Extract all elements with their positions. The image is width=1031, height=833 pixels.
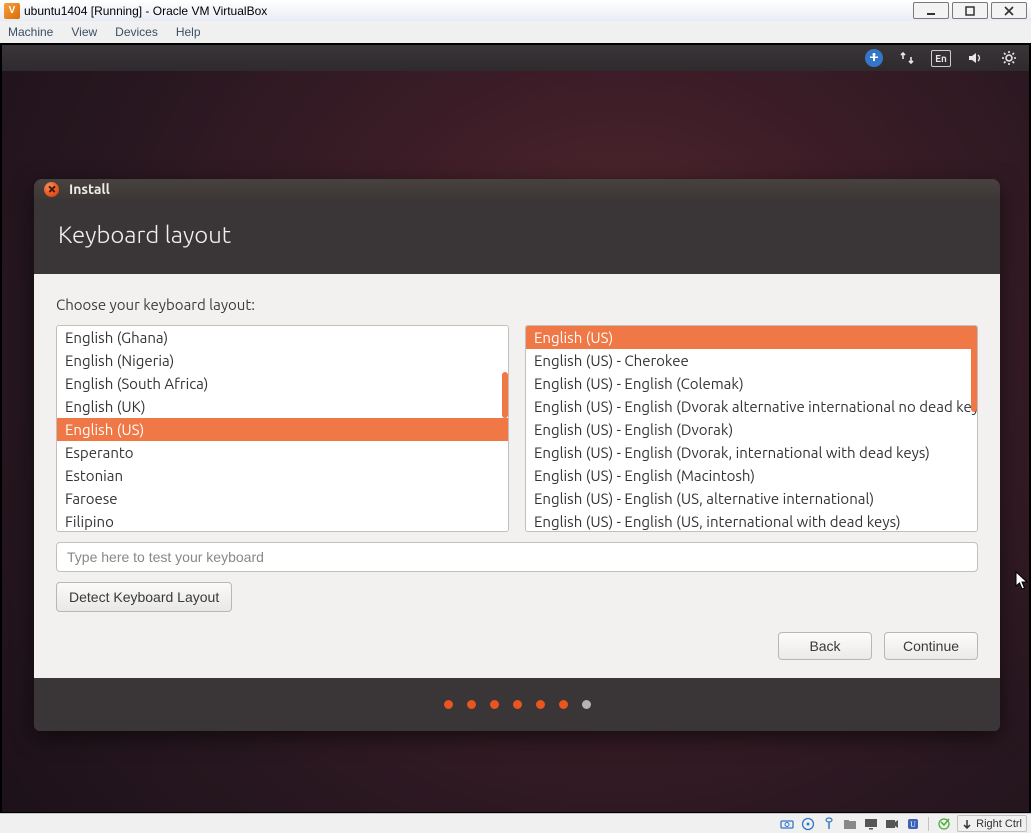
- list-item[interactable]: English (US) - English (US, alternative …: [526, 487, 977, 510]
- ubuntu-top-panel: En: [2, 45, 1029, 71]
- status-vrde-icon[interactable]: U: [905, 817, 921, 831]
- list-item[interactable]: Esperanto: [57, 441, 508, 464]
- close-button[interactable]: [991, 2, 1027, 19]
- language-indicator[interactable]: En: [931, 50, 951, 67]
- variants-listbox[interactable]: English (US)English (US) - CherokeeEngli…: [525, 325, 978, 532]
- layouts-listbox[interactable]: English (Ghana)English (Nigeria)English …: [56, 325, 509, 532]
- installer-body: Choose your keyboard layout: English (Gh…: [34, 274, 1000, 678]
- progress-dots: [34, 678, 1000, 731]
- progress-dot: [444, 700, 453, 709]
- progress-dot: [467, 700, 476, 709]
- menu-help[interactable]: Help: [176, 25, 201, 39]
- installer-titlebar: Install: [34, 179, 1000, 199]
- installer-window-title: Install: [69, 181, 110, 197]
- virtualbox-statusbar: U Right Ctrl: [0, 813, 1031, 833]
- list-item[interactable]: English (Ghana): [57, 326, 508, 349]
- list-item[interactable]: English (US) - English (Dvorak): [526, 418, 977, 441]
- progress-dot: [490, 700, 499, 709]
- virtualbox-icon: V: [4, 3, 20, 19]
- status-recording-icon[interactable]: [884, 817, 900, 831]
- test-keyboard-input[interactable]: [56, 542, 978, 572]
- virtualbox-menubar: Machine View Devices Help: [0, 21, 1031, 44]
- list-item[interactable]: Estonian: [57, 464, 508, 487]
- list-item[interactable]: English (US) - English (US, internationa…: [526, 510, 977, 532]
- menu-devices[interactable]: Devices: [115, 25, 158, 39]
- list-item[interactable]: English (UK): [57, 395, 508, 418]
- svg-text:U: U: [910, 820, 916, 829]
- menu-machine[interactable]: Machine: [8, 25, 53, 39]
- hostkey-label: Right Ctrl: [976, 818, 1022, 830]
- list-item[interactable]: English (South Africa): [57, 372, 508, 395]
- progress-dot: [559, 700, 568, 709]
- progress-dot: [536, 700, 545, 709]
- page-title: Keyboard layout: [58, 221, 976, 248]
- sound-icon[interactable]: [965, 48, 985, 68]
- guest-desktop: En: [2, 45, 1029, 812]
- installer-window: Install Keyboard layout Choose your keyb…: [34, 179, 1000, 731]
- status-mouse-capture-icon[interactable]: [936, 817, 952, 831]
- continue-button[interactable]: Continue: [884, 632, 978, 660]
- status-hd-icon[interactable]: [779, 817, 795, 831]
- hostkey-indicator[interactable]: Right Ctrl: [957, 815, 1027, 832]
- installer-header: Keyboard layout: [34, 199, 1000, 274]
- status-shared-folder-icon[interactable]: [842, 817, 858, 831]
- host-window-title: ubuntu1404 [Running] - Oracle VM Virtual…: [24, 4, 267, 18]
- host-window-titlebar: V ubuntu1404 [Running] - Oracle VM Virtu…: [0, 0, 1031, 22]
- close-icon[interactable]: [44, 182, 59, 197]
- list-item[interactable]: English (US) - English (Dvorak alternati…: [526, 395, 977, 418]
- progress-dot: [513, 700, 522, 709]
- list-item[interactable]: Faroese: [57, 487, 508, 510]
- accessibility-icon[interactable]: [865, 49, 883, 67]
- progress-dot: [582, 700, 591, 709]
- status-display-icon[interactable]: [863, 817, 879, 831]
- minimize-button[interactable]: [913, 2, 949, 19]
- status-cd-icon[interactable]: [800, 817, 816, 831]
- maximize-button[interactable]: [952, 2, 988, 19]
- list-item[interactable]: English (US): [526, 326, 977, 349]
- menu-view[interactable]: View: [71, 25, 97, 39]
- list-item[interactable]: English (US) - Cherokee: [526, 349, 977, 372]
- list-item[interactable]: English (US) - English (Dvorak, internat…: [526, 441, 977, 464]
- choose-layout-label: Choose your keyboard layout:: [56, 296, 978, 313]
- list-item[interactable]: English (US): [57, 418, 508, 441]
- list-item[interactable]: English (Nigeria): [57, 349, 508, 372]
- detect-layout-button[interactable]: Detect Keyboard Layout: [56, 582, 232, 612]
- network-icon[interactable]: [897, 48, 917, 68]
- guest-vm-frame: En: [0, 43, 1031, 814]
- list-item[interactable]: English (US) - English (Macintosh): [526, 464, 977, 487]
- status-usb-icon[interactable]: [821, 817, 837, 831]
- back-button[interactable]: Back: [778, 632, 872, 660]
- list-item[interactable]: Filipino: [57, 510, 508, 532]
- gear-icon[interactable]: [999, 48, 1019, 68]
- list-item[interactable]: English (US) - English (Colemak): [526, 372, 977, 395]
